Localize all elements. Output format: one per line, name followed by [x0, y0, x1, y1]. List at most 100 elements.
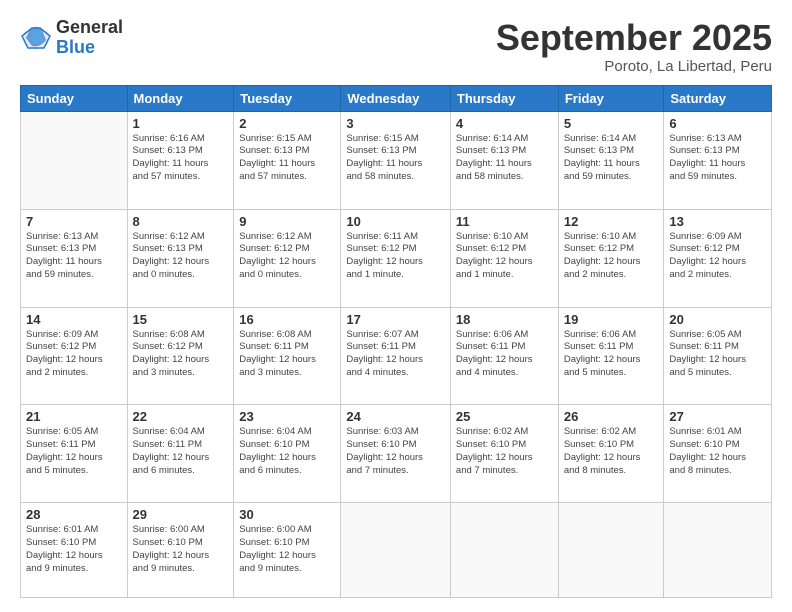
table-cell: 30 Sunrise: 6:00 AM Sunset: 6:10 PM Dayli… — [234, 503, 341, 598]
col-saturday: Saturday — [664, 85, 772, 111]
day-info: Sunrise: 6:11 AM Sunset: 6:12 PM Dayligh… — [346, 231, 445, 282]
table-cell: 4 Sunrise: 6:14 AM Sunset: 6:13 PM Daylig… — [450, 111, 558, 209]
day-number: 29 — [133, 507, 229, 522]
day-number: 23 — [239, 409, 335, 424]
table-cell: 8Sunrise: 6:12 AM Sunset: 6:13 PM Daylig… — [127, 209, 234, 307]
logo-text: General Blue — [56, 18, 123, 58]
day-info: Sunrise: 6:05 AM Sunset: 6:11 PM Dayligh… — [669, 329, 766, 380]
day-number: 7 — [26, 214, 122, 229]
day-number: 5 — [564, 116, 659, 131]
table-cell: 18 Sunrise: 6:06 AM Sunset: 6:11 PM Dayli… — [450, 307, 558, 405]
table-cell: 14Sunrise: 6:09 AM Sunset: 6:12 PM Dayli… — [21, 307, 128, 405]
table-cell: 28 Sunrise: 6:01 AM Sunset: 6:10 PM Dayli… — [21, 503, 128, 598]
day-info: Sunrise: 6:00 AM Sunset: 6:10 PM Dayligh… — [133, 524, 229, 575]
logo-icon — [20, 22, 52, 54]
day-number: 21 — [26, 409, 122, 424]
table-cell: 29 Sunrise: 6:00 AM Sunset: 6:10 PM Dayli… — [127, 503, 234, 598]
day-number: 4 — [456, 116, 553, 131]
table-cell: 26 Sunrise: 6:02 AM Sunset: 6:10 PM Dayli… — [558, 405, 664, 503]
day-number: 10 — [346, 214, 445, 229]
col-wednesday: Wednesday — [341, 85, 451, 111]
month-title: September 2025 — [496, 18, 772, 58]
day-number: 26 — [564, 409, 659, 424]
table-cell: 11 Sunrise: 6:10 AM Sunset: 6:12 PM Dayli… — [450, 209, 558, 307]
table-cell: 2 Sunrise: 6:15 AM Sunset: 6:13 PM Daylig… — [234, 111, 341, 209]
day-info: Sunrise: 6:08 AM Sunset: 6:12 PM Dayligh… — [133, 329, 229, 380]
table-cell: 9 Sunrise: 6:12 AM Sunset: 6:12 PM Daylig… — [234, 209, 341, 307]
day-info: Sunrise: 6:16 AM Sunset: 6:13 PM Dayligh… — [133, 133, 229, 184]
day-info: Sunrise: 6:01 AM Sunset: 6:10 PM Dayligh… — [26, 524, 122, 575]
table-cell: 7 Sunrise: 6:13 AM Sunset: 6:13 PM Daylig… — [21, 209, 128, 307]
day-number: 3 — [346, 116, 445, 131]
logo-blue-text: Blue — [56, 38, 123, 58]
day-info: Sunrise: 6:15 AM Sunset: 6:13 PM Dayligh… — [346, 133, 445, 184]
day-info: Sunrise: 6:13 AM Sunset: 6:13 PM Dayligh… — [26, 231, 122, 282]
table-cell: 19Sunrise: 6:06 AM Sunset: 6:11 PM Dayli… — [558, 307, 664, 405]
day-number: 12 — [564, 214, 659, 229]
table-cell: 25 Sunrise: 6:02 AM Sunset: 6:10 PM Dayli… — [450, 405, 558, 503]
table-cell: 20 Sunrise: 6:05 AM Sunset: 6:11 PM Dayli… — [664, 307, 772, 405]
calendar: Sunday Monday Tuesday Wednesday Thursday… — [20, 85, 772, 598]
day-info: Sunrise: 6:15 AM Sunset: 6:13 PM Dayligh… — [239, 133, 335, 184]
calendar-header-row: Sunday Monday Tuesday Wednesday Thursday… — [21, 85, 772, 111]
day-number: 1 — [133, 116, 229, 131]
day-number: 19 — [564, 312, 659, 327]
table-cell: 5Sunrise: 6:14 AM Sunset: 6:13 PM Daylig… — [558, 111, 664, 209]
day-info: Sunrise: 6:07 AM Sunset: 6:11 PM Dayligh… — [346, 329, 445, 380]
day-info: Sunrise: 6:06 AM Sunset: 6:11 PM Dayligh… — [456, 329, 553, 380]
table-cell: 23 Sunrise: 6:04 AM Sunset: 6:10 PM Dayli… — [234, 405, 341, 503]
table-cell: 13Sunrise: 6:09 AM Sunset: 6:12 PM Dayli… — [664, 209, 772, 307]
header: General Blue September 2025 Poroto, La L… — [20, 18, 772, 75]
table-cell: 6 Sunrise: 6:13 AM Sunset: 6:13 PM Daylig… — [664, 111, 772, 209]
day-number: 8 — [133, 214, 229, 229]
title-block: September 2025 Poroto, La Libertad, Peru — [496, 18, 772, 75]
day-number: 25 — [456, 409, 553, 424]
table-cell: 27Sunrise: 6:01 AM Sunset: 6:10 PM Dayli… — [664, 405, 772, 503]
col-monday: Monday — [127, 85, 234, 111]
day-number: 30 — [239, 507, 335, 522]
day-number: 24 — [346, 409, 445, 424]
day-number: 14 — [26, 312, 122, 327]
col-thursday: Thursday — [450, 85, 558, 111]
col-friday: Friday — [558, 85, 664, 111]
table-cell: 12 Sunrise: 6:10 AM Sunset: 6:12 PM Dayli… — [558, 209, 664, 307]
col-sunday: Sunday — [21, 85, 128, 111]
table-cell: 10 Sunrise: 6:11 AM Sunset: 6:12 PM Dayli… — [341, 209, 451, 307]
table-cell: 17 Sunrise: 6:07 AM Sunset: 6:11 PM Dayli… — [341, 307, 451, 405]
day-info: Sunrise: 6:00 AM Sunset: 6:10 PM Dayligh… — [239, 524, 335, 575]
day-number: 11 — [456, 214, 553, 229]
day-number: 17 — [346, 312, 445, 327]
logo-general-text: General — [56, 18, 123, 38]
day-info: Sunrise: 6:08 AM Sunset: 6:11 PM Dayligh… — [239, 329, 335, 380]
table-cell: 3 Sunrise: 6:15 AM Sunset: 6:13 PM Daylig… — [341, 111, 451, 209]
day-info: Sunrise: 6:10 AM Sunset: 6:12 PM Dayligh… — [456, 231, 553, 282]
table-cell — [450, 503, 558, 598]
col-tuesday: Tuesday — [234, 85, 341, 111]
table-cell — [664, 503, 772, 598]
day-number: 20 — [669, 312, 766, 327]
day-number: 28 — [26, 507, 122, 522]
day-number: 16 — [239, 312, 335, 327]
day-info: Sunrise: 6:13 AM Sunset: 6:13 PM Dayligh… — [669, 133, 766, 184]
day-info: Sunrise: 6:14 AM Sunset: 6:13 PM Dayligh… — [456, 133, 553, 184]
day-info: Sunrise: 6:02 AM Sunset: 6:10 PM Dayligh… — [456, 426, 553, 477]
day-info: Sunrise: 6:10 AM Sunset: 6:12 PM Dayligh… — [564, 231, 659, 282]
day-info: Sunrise: 6:03 AM Sunset: 6:10 PM Dayligh… — [346, 426, 445, 477]
day-number: 6 — [669, 116, 766, 131]
day-number: 9 — [239, 214, 335, 229]
day-number: 2 — [239, 116, 335, 131]
day-info: Sunrise: 6:01 AM Sunset: 6:10 PM Dayligh… — [669, 426, 766, 477]
page: General Blue September 2025 Poroto, La L… — [0, 0, 792, 612]
table-cell: 1 Sunrise: 6:16 AM Sunset: 6:13 PM Daylig… — [127, 111, 234, 209]
table-cell: 21Sunrise: 6:05 AM Sunset: 6:11 PM Dayli… — [21, 405, 128, 503]
table-cell: 16 Sunrise: 6:08 AM Sunset: 6:11 PM Dayli… — [234, 307, 341, 405]
table-cell — [341, 503, 451, 598]
day-info: Sunrise: 6:04 AM Sunset: 6:11 PM Dayligh… — [133, 426, 229, 477]
table-cell: 15Sunrise: 6:08 AM Sunset: 6:12 PM Dayli… — [127, 307, 234, 405]
day-number: 18 — [456, 312, 553, 327]
day-info: Sunrise: 6:12 AM Sunset: 6:12 PM Dayligh… — [239, 231, 335, 282]
day-info: Sunrise: 6:04 AM Sunset: 6:10 PM Dayligh… — [239, 426, 335, 477]
table-cell: 22Sunrise: 6:04 AM Sunset: 6:11 PM Dayli… — [127, 405, 234, 503]
day-info: Sunrise: 6:02 AM Sunset: 6:10 PM Dayligh… — [564, 426, 659, 477]
day-info: Sunrise: 6:09 AM Sunset: 6:12 PM Dayligh… — [669, 231, 766, 282]
